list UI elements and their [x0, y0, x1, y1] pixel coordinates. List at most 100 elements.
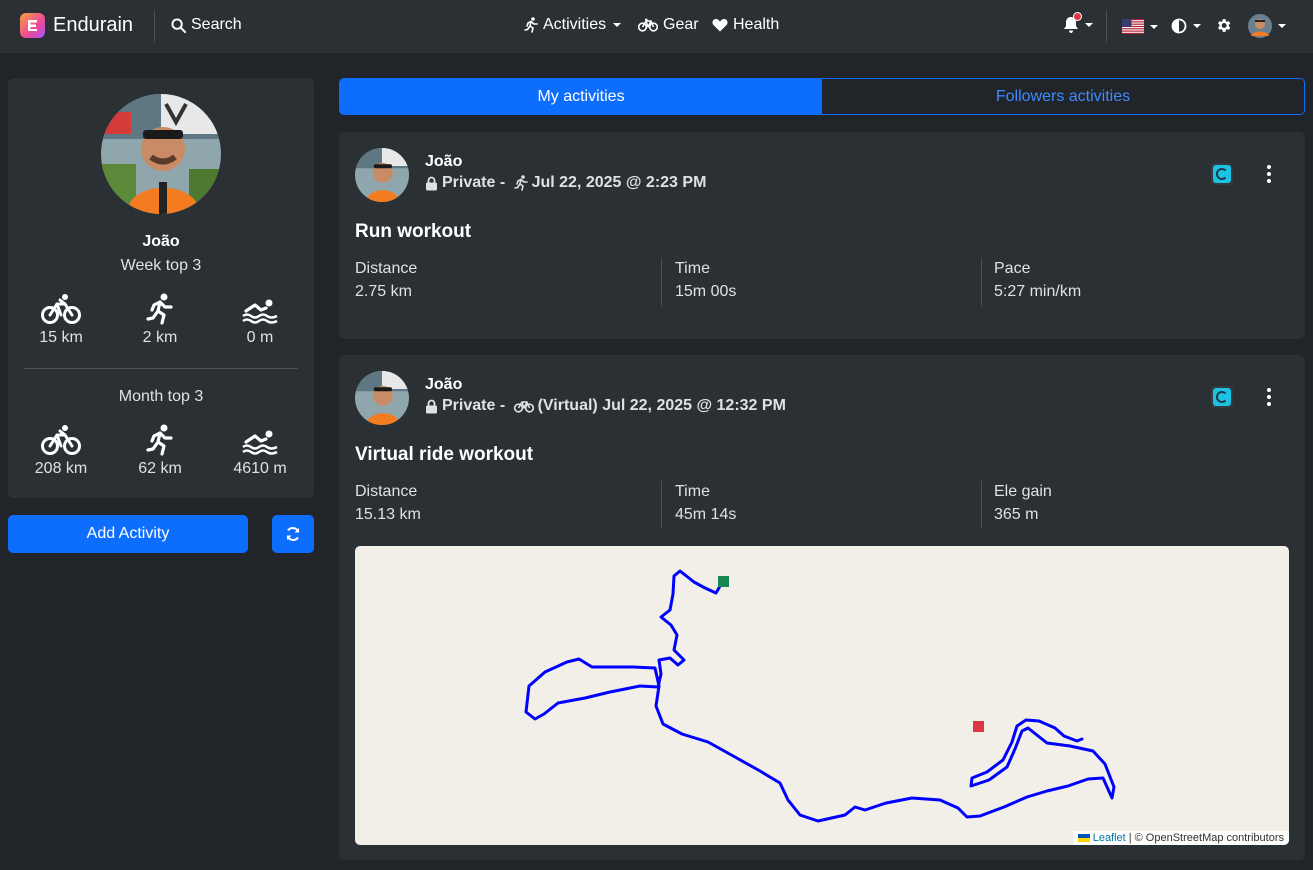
week-cycling-value: 15 km: [39, 329, 83, 346]
activity-title[interactable]: Virtual ride workout: [355, 444, 533, 466]
gear-icon: [1218, 19, 1231, 32]
activity-title[interactable]: Run workout: [355, 221, 471, 243]
metric-label: Distance: [355, 483, 418, 500]
chevron-down-icon: [613, 23, 622, 27]
map-attribution: Leaflet | © OpenStreetMap contributors: [1072, 831, 1289, 845]
activity-tabs: My activities Followers activities: [339, 78, 1305, 115]
metric-label: Time: [675, 260, 710, 277]
endurain-logo-icon: [20, 13, 45, 38]
activity-options-button[interactable]: [1259, 162, 1279, 186]
activity-datetime: (Virtual) Jul 22, 2025 @ 12:32 PM: [537, 397, 786, 414]
ukraine-flag-icon: [1077, 834, 1090, 842]
bike-icon: [41, 425, 81, 455]
strava-link-icon[interactable]: [1211, 386, 1233, 408]
month-cycling-stat: 208 km: [21, 424, 101, 478]
route-map[interactable]: Leaflet | © OpenStreetMap contributors: [355, 546, 1289, 845]
metric-pace: Pace 5:27 min/km: [994, 260, 1081, 308]
chevron-down-icon: [1278, 24, 1286, 28]
week-swimming-stat: 0 m: [220, 293, 300, 347]
bike-icon: [513, 401, 534, 413]
refresh-button[interactable]: [272, 515, 314, 553]
lock-icon: [426, 176, 437, 190]
refresh-icon: [286, 527, 300, 541]
add-activity-button[interactable]: Add Activity: [8, 515, 248, 553]
activity-user-name[interactable]: João: [425, 153, 462, 171]
top-navbar: Endurain Search Activities Gear Health: [0, 0, 1313, 53]
start-marker[interactable]: [718, 576, 729, 587]
tab-followers-activities[interactable]: Followers activities: [822, 79, 1304, 114]
activities-label: Activities: [543, 16, 607, 33]
lock-icon: [426, 399, 437, 413]
week-running-value: 2 km: [142, 329, 178, 346]
metric-value: 2.75 km: [355, 283, 412, 300]
activity-card[interactable]: João Private - Jul 22, 2025 @ 2:23 PM Ru…: [339, 132, 1305, 339]
profile-card: João Week top 3 15 km 2 km 0 m Month top…: [8, 78, 314, 498]
avatar: [1248, 14, 1272, 38]
avatar[interactable]: [355, 371, 409, 425]
chevron-down-icon: [1150, 24, 1158, 29]
navbar-divider: [154, 10, 155, 42]
osm-attribution: | © OpenStreetMap contributors: [1128, 832, 1284, 844]
metric-distance: Distance 15.13 km: [355, 483, 421, 531]
theme-button[interactable]: [1171, 18, 1201, 34]
metric-divider: [661, 258, 662, 306]
metric-value: 15m 00s: [675, 283, 737, 300]
dot: [1267, 165, 1271, 169]
dot: [1267, 172, 1271, 176]
avatar[interactable]: [355, 148, 409, 202]
health-link[interactable]: Health: [712, 16, 779, 34]
month-top-title: Month top 3: [118, 388, 204, 405]
gear-link[interactable]: Gear: [638, 16, 699, 34]
activity-visibility: Private -: [442, 174, 510, 191]
end-marker[interactable]: [973, 721, 984, 732]
week-swimming-value: 0 m: [246, 329, 274, 346]
running-icon: [146, 293, 173, 325]
brand-name: Endurain: [53, 14, 134, 36]
activity-meta: Private - (Virtual) Jul 22, 2025 @ 12:32…: [425, 397, 786, 415]
settings-button[interactable]: [1215, 17, 1232, 34]
language-button[interactable]: [1122, 19, 1158, 34]
month-running-value: 62 km: [138, 460, 182, 477]
activity-meta: Private - Jul 22, 2025 @ 2:23 PM: [425, 174, 706, 192]
week-top-title: Week top 3: [120, 257, 202, 274]
dot: [1267, 395, 1271, 399]
add-activity-label: Add Activity: [86, 525, 170, 542]
metric-value: 15.13 km: [355, 506, 421, 523]
metric-divider: [981, 481, 982, 529]
notifications-button[interactable]: [1063, 12, 1093, 34]
month-cycling-value: 208 km: [34, 460, 88, 477]
heart-icon: [712, 19, 728, 32]
running-icon: [146, 424, 173, 456]
leaflet-link[interactable]: Leaflet: [1093, 832, 1126, 844]
activity-card[interactable]: João Private - (Virtual) Jul 22, 2025 @ …: [339, 355, 1305, 860]
health-label: Health: [733, 16, 780, 33]
profile-avatar[interactable]: [101, 94, 221, 214]
stats-divider: [24, 368, 298, 369]
user-menu-button[interactable]: [1248, 14, 1286, 38]
tab-my-activities[interactable]: My activities: [340, 79, 822, 114]
metric-label: Distance: [355, 260, 418, 277]
profile-name: João: [142, 233, 180, 250]
metric-value: 5:27 min/km: [994, 283, 1082, 300]
swimming-icon: [242, 430, 278, 455]
us-flag-icon: [1122, 19, 1144, 34]
search-label: Search: [191, 16, 242, 33]
search-icon: [171, 17, 186, 33]
activity-datetime: Jul 22, 2025 @ 2:23 PM: [531, 174, 707, 191]
brand[interactable]: Endurain: [20, 13, 133, 38]
metric-value: 365 m: [994, 506, 1039, 523]
dot: [1267, 388, 1271, 392]
dot: [1267, 402, 1271, 406]
activities-menu[interactable]: Activities: [524, 16, 622, 34]
notification-badge: [1073, 12, 1082, 21]
activity-visibility: Private -: [442, 397, 510, 414]
metric-divider: [661, 481, 662, 529]
contrast-icon: [1171, 18, 1187, 34]
metric-value: 45m 14s: [675, 506, 737, 523]
search-link[interactable]: Search: [171, 16, 242, 34]
activity-user-name[interactable]: João: [425, 376, 462, 394]
strava-link-icon[interactable]: [1211, 163, 1233, 185]
week-cycling-stat: 15 km: [21, 293, 101, 347]
gear-label: Gear: [663, 16, 699, 33]
activity-options-button[interactable]: [1259, 385, 1279, 409]
